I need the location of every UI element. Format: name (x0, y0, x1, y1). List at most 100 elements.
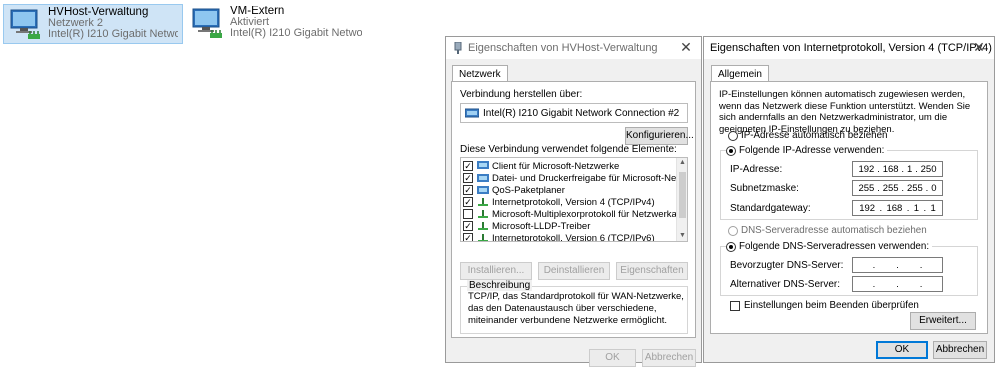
octet: 1 (913, 202, 920, 214)
checkbox[interactable] (730, 300, 740, 311)
connect-via-label: Verbindung herstellen über: (460, 89, 583, 100)
description-title: Beschreibung (467, 280, 533, 291)
list-scrollbar[interactable]: ▲ ▼ (676, 158, 687, 241)
octet: 1 (930, 202, 936, 214)
checkbox-label: Einstellungen beim Beenden überprüfen (744, 300, 919, 311)
subnet-mask-field[interactable]: 255. 255. 255. 0 (852, 180, 943, 196)
radio-label: Folgende IP-Adresse verwenden: (739, 145, 885, 156)
item-label: QoS-Paketplaner (492, 184, 565, 196)
octet: 192 (859, 202, 876, 214)
preferred-dns-label: Bevorzugter DNS-Server: (730, 260, 844, 271)
ip-address-label: IP-Adresse: (730, 164, 783, 175)
uninstall-button[interactable]: Deinstallieren (538, 262, 610, 280)
radio-button[interactable] (726, 241, 736, 252)
radio-button[interactable] (726, 145, 736, 156)
protocol-icon (478, 198, 488, 206)
network-adapter-icon (10, 9, 40, 39)
gateway-field[interactable]: 192. 168. 1. 1 (852, 200, 943, 216)
list-item[interactable]: ✓ Client für Microsoft-Netzwerke (463, 160, 619, 172)
adapter-device: Intel(R) I210 Gigabit Network Con... (230, 27, 362, 39)
item-checkbox[interactable]: ✓ (463, 221, 473, 231)
alternate-dns-field[interactable]: ... (852, 276, 943, 292)
cancel-button[interactable]: Abbrechen (642, 349, 696, 367)
gateway-label: Standardgateway: (730, 203, 811, 214)
validate-on-exit-checkbox[interactable]: Einstellungen beim Beenden überprüfen (730, 300, 919, 311)
description-text: TCP/IP, das Standardprotokoll für WAN-Ne… (468, 291, 684, 326)
preferred-dns-field[interactable]: ... (852, 257, 943, 273)
item-checkbox[interactable]: ✓ (463, 233, 473, 241)
protocol-icon (478, 210, 488, 218)
item-label: Internetprotokoll, Version 4 (TCP/IPv4) (492, 196, 655, 208)
list-item[interactable]: ✓ QoS-Paketplaner (463, 184, 565, 196)
network-icon (454, 42, 462, 54)
list-item[interactable]: ✓ Microsoft-LLDP-Treiber (463, 220, 590, 232)
octet: 1 (906, 163, 913, 175)
list-item[interactable]: ✓ Internetprotokoll, Version 4 (TCP/IPv4… (463, 196, 655, 208)
ip-address-field[interactable]: 192. 168. 1. 250 (852, 161, 943, 177)
radio-label: Folgende DNS-Serveradressen verwenden: (739, 241, 930, 252)
octet: 255 (906, 182, 923, 194)
install-button[interactable]: Installieren... (460, 262, 532, 280)
dialog-title: Eigenschaften von Internetprotokoll, Ver… (710, 42, 992, 54)
item-label: Microsoft-LLDP-Treiber (492, 220, 591, 232)
adapter-vm-extern[interactable]: VM-Extern Aktiviert Intel(R) I210 Gigabi… (186, 4, 366, 44)
components-list[interactable]: ✓ Client für Microsoft-Netzwerke ✓ Datei… (460, 157, 688, 242)
radio-label: DNS-Serveradresse automatisch beziehen (741, 225, 927, 236)
scroll-thumb[interactable] (679, 172, 686, 218)
octet: 0 (931, 182, 937, 194)
title-bar[interactable]: Eigenschaften von Internetprotokoll, Ver… (704, 37, 994, 59)
intro-text: IP-Einstellungen können automatisch zuge… (719, 89, 971, 135)
ok-button[interactable]: OK (589, 349, 636, 367)
octet: 168 (886, 202, 903, 214)
client-icon (477, 161, 489, 169)
cancel-button[interactable]: Abbrechen (933, 341, 987, 359)
alternate-dns-label: Alternativer DNS-Server: (730, 279, 841, 290)
item-checkbox[interactable]: ✓ (463, 197, 473, 207)
auto-ip-radio[interactable]: IP-Adresse automatisch beziehen (728, 130, 888, 141)
protocol-icon (478, 234, 488, 241)
octet: 250 (920, 163, 937, 175)
auto-dns-radio[interactable]: DNS-Serveradresse automatisch beziehen (728, 225, 927, 236)
list-item[interactable]: ✓ Internetprotokoll, Version 6 (TCP/IPv6… (463, 232, 655, 242)
adapter-properties-dialog: Eigenschaften von HVHost-Verwaltung ✕ Ne… (445, 36, 702, 367)
adapter-name-box: Intel(R) I210 Gigabit Network Connection… (460, 103, 688, 123)
item-checkbox[interactable]: ✓ (463, 173, 473, 183)
adapter-hvhost-verwaltung[interactable]: HVHost-Verwaltung Netzwerk 2 Intel(R) I2… (3, 4, 183, 44)
adapter-name-value: Intel(R) I210 Gigabit Network Connection… (483, 107, 680, 119)
octet: 255 (858, 182, 875, 194)
close-icon[interactable]: ✕ (972, 40, 986, 54)
list-item[interactable]: ✓ Datei- und Druckerfreigabe für Microso… (463, 172, 688, 184)
ipv4-properties-dialog: Eigenschaften von Internetprotokoll, Ver… (703, 36, 995, 363)
item-checkbox[interactable]: ✓ (463, 161, 473, 171)
item-checkbox[interactable] (463, 209, 473, 219)
nic-icon (465, 108, 479, 117)
item-label: Datei- und Druckerfreigabe für Microsoft… (492, 172, 688, 184)
scroll-down-icon[interactable]: ▼ (677, 231, 687, 241)
item-label: Client für Microsoft-Netzwerke (492, 160, 620, 172)
advanced-button[interactable]: Erweitert... (910, 312, 976, 330)
list-item[interactable]: Microsoft-Multiplexorprotokoll für Netzw… (463, 208, 688, 220)
network-adapter-icon (192, 8, 222, 38)
manual-ip-radio[interactable]: Folgende IP-Adresse verwenden: (726, 145, 888, 156)
ok-button[interactable]: OK (876, 341, 928, 359)
octet: 192 (858, 163, 875, 175)
scroll-up-icon[interactable]: ▲ (677, 158, 687, 168)
dialog-title: Eigenschaften von HVHost-Verwaltung (468, 42, 658, 54)
radio-button[interactable] (728, 130, 738, 141)
manual-dns-radio[interactable]: Folgende DNS-Serveradressen verwenden: (726, 241, 933, 252)
protocol-icon (478, 222, 488, 230)
radio-button[interactable] (728, 225, 738, 236)
octet: 255 (882, 182, 899, 194)
items-label: Diese Verbindung verwendet folgende Elem… (460, 144, 677, 155)
octet: 168 (882, 163, 899, 175)
item-checkbox[interactable]: ✓ (463, 185, 473, 195)
radio-label: IP-Adresse automatisch beziehen (741, 130, 888, 141)
configure-button[interactable]: Konfigurieren... (625, 127, 694, 145)
item-label: Microsoft-Multiplexorprotokoll für Netzw… (492, 208, 688, 220)
service-icon (477, 186, 489, 194)
title-bar[interactable]: Eigenschaften von HVHost-Verwaltung ✕ (446, 37, 701, 59)
item-label: Internetprotokoll, Version 6 (TCP/IPv6) (492, 232, 655, 242)
service-icon (477, 174, 489, 182)
properties-button[interactable]: Eigenschaften (616, 262, 688, 280)
close-icon[interactable]: ✕ (679, 40, 693, 54)
